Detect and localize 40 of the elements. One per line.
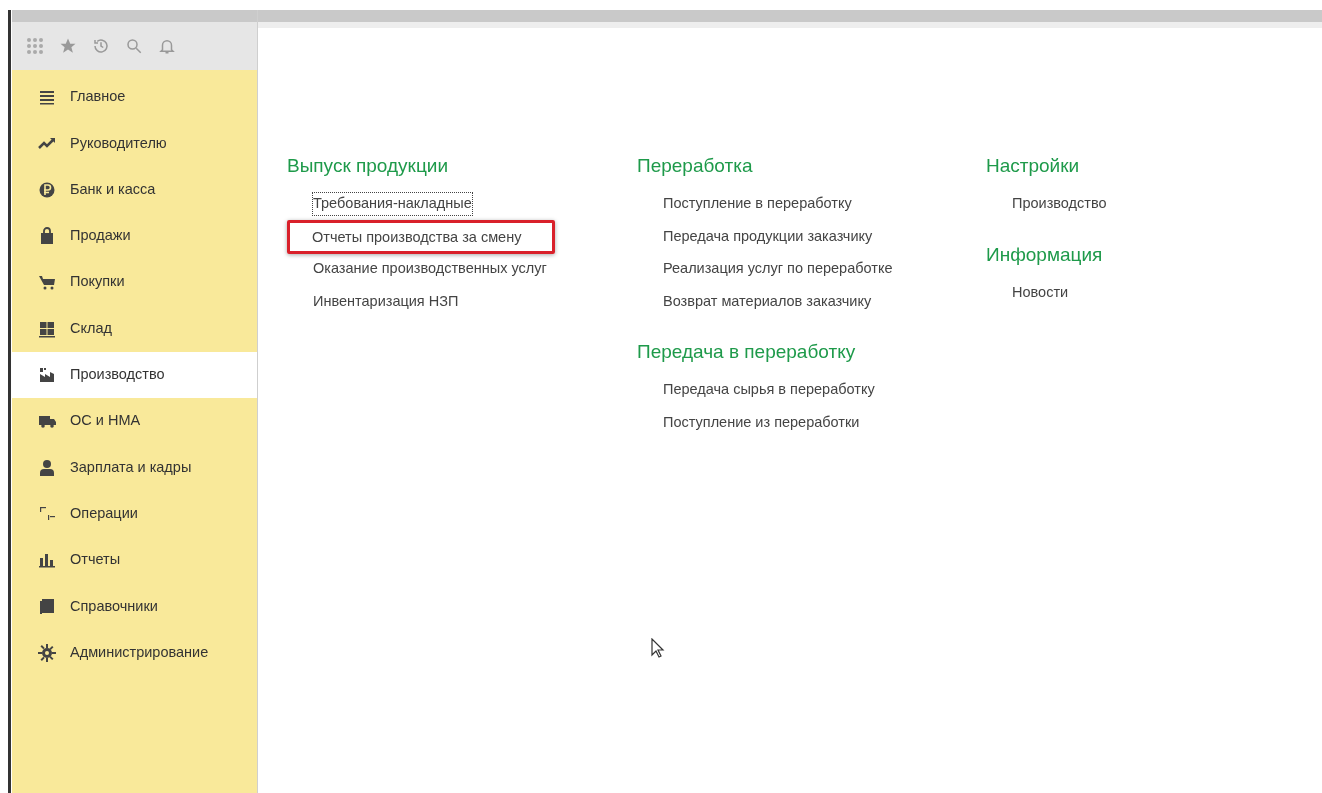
search-icon[interactable] (125, 37, 143, 55)
nav-link[interactable]: Возврат материалов заказчику (662, 289, 873, 314)
sidebar-item[interactable]: Справочники (12, 583, 257, 630)
nav-link[interactable]: Оказание производственных услуг (312, 257, 548, 282)
nav-link[interactable]: Отчеты производства за смену (311, 227, 523, 246)
section-heading: Информация (986, 242, 1104, 267)
nav-link[interactable]: Передача сырья в переработку (662, 378, 876, 403)
nav-link[interactable]: Требования-накладные (312, 192, 473, 217)
sidebar-item[interactable]: Главное (12, 74, 257, 121)
sidebar-item[interactable]: Администрирование (12, 629, 257, 676)
sidebar-item[interactable]: Отчеты (12, 536, 257, 584)
nav-link[interactable]: Передача продукции заказчику (662, 224, 874, 249)
nav-link[interactable]: Новости (1011, 280, 1070, 305)
sidebar-item[interactable]: Руководителю (12, 120, 257, 167)
sidebar-item[interactable]: Банк и касса (12, 166, 257, 213)
section-heading: Выпуск продукции (287, 154, 449, 178)
sidebar-item[interactable]: Продажи (12, 212, 257, 260)
section-heading: Настройки (986, 154, 1081, 178)
apps-grid-icon[interactable] (26, 37, 44, 55)
cursor-icon (651, 638, 665, 658)
bell-icon[interactable] (158, 37, 176, 55)
nav-link[interactable]: Поступление в переработку (662, 192, 853, 217)
sidebar-item[interactable]: Операции (12, 490, 257, 537)
sidebar-item[interactable]: ОС и НМА (12, 398, 257, 445)
person-icon (38, 457, 56, 478)
history-icon[interactable] (92, 37, 110, 55)
book-icon (38, 596, 56, 617)
section-heading: Переработка (637, 154, 754, 178)
sidebar-item[interactable]: Покупки (12, 259, 257, 306)
nav-link[interactable]: Поступление из переработки (662, 410, 861, 435)
sidebar-item[interactable]: Производство (12, 351, 257, 399)
section-heading: Передача в переработку (637, 340, 857, 364)
gear-icon (38, 642, 56, 663)
sidebar-item[interactable]: Склад (12, 305, 257, 352)
nav-link[interactable]: Производство (1011, 192, 1108, 217)
nav-link[interactable]: Реализация услуг по переработке (662, 257, 894, 282)
star-icon[interactable] (59, 37, 77, 55)
nav-link[interactable]: Инвентаризация НЗП (312, 289, 460, 314)
shopping-bag-icon (38, 226, 56, 247)
sidebar-item[interactable]: Зарплата и кадры (12, 444, 257, 491)
